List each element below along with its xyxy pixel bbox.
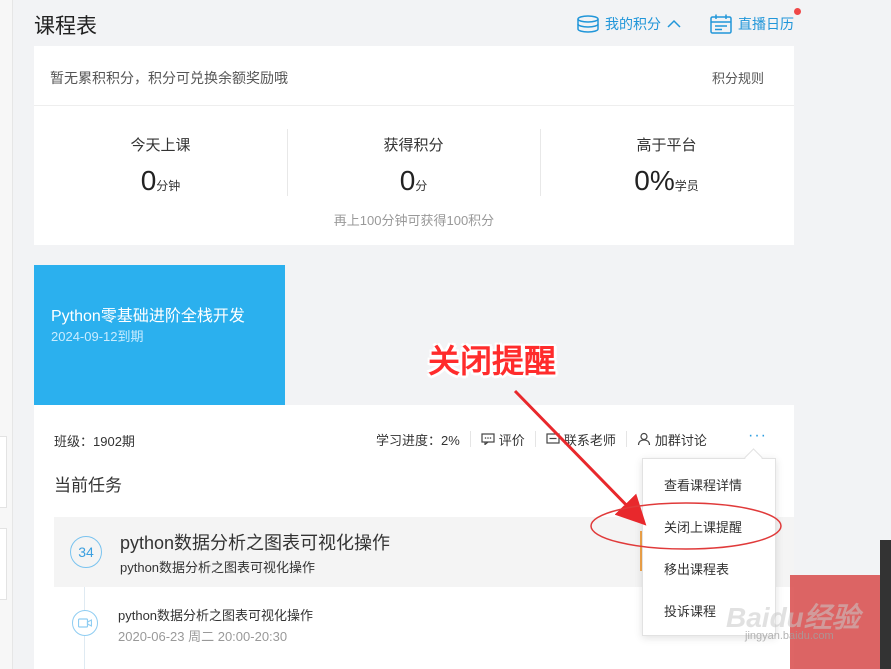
annotation-circle: [590, 502, 782, 550]
watermark-subtext: jingyan.baidu.com: [745, 630, 834, 642]
annotation-arrow: [513, 389, 647, 526]
annotation-overlay: [513, 389, 782, 550]
edge-strip: [880, 540, 891, 669]
